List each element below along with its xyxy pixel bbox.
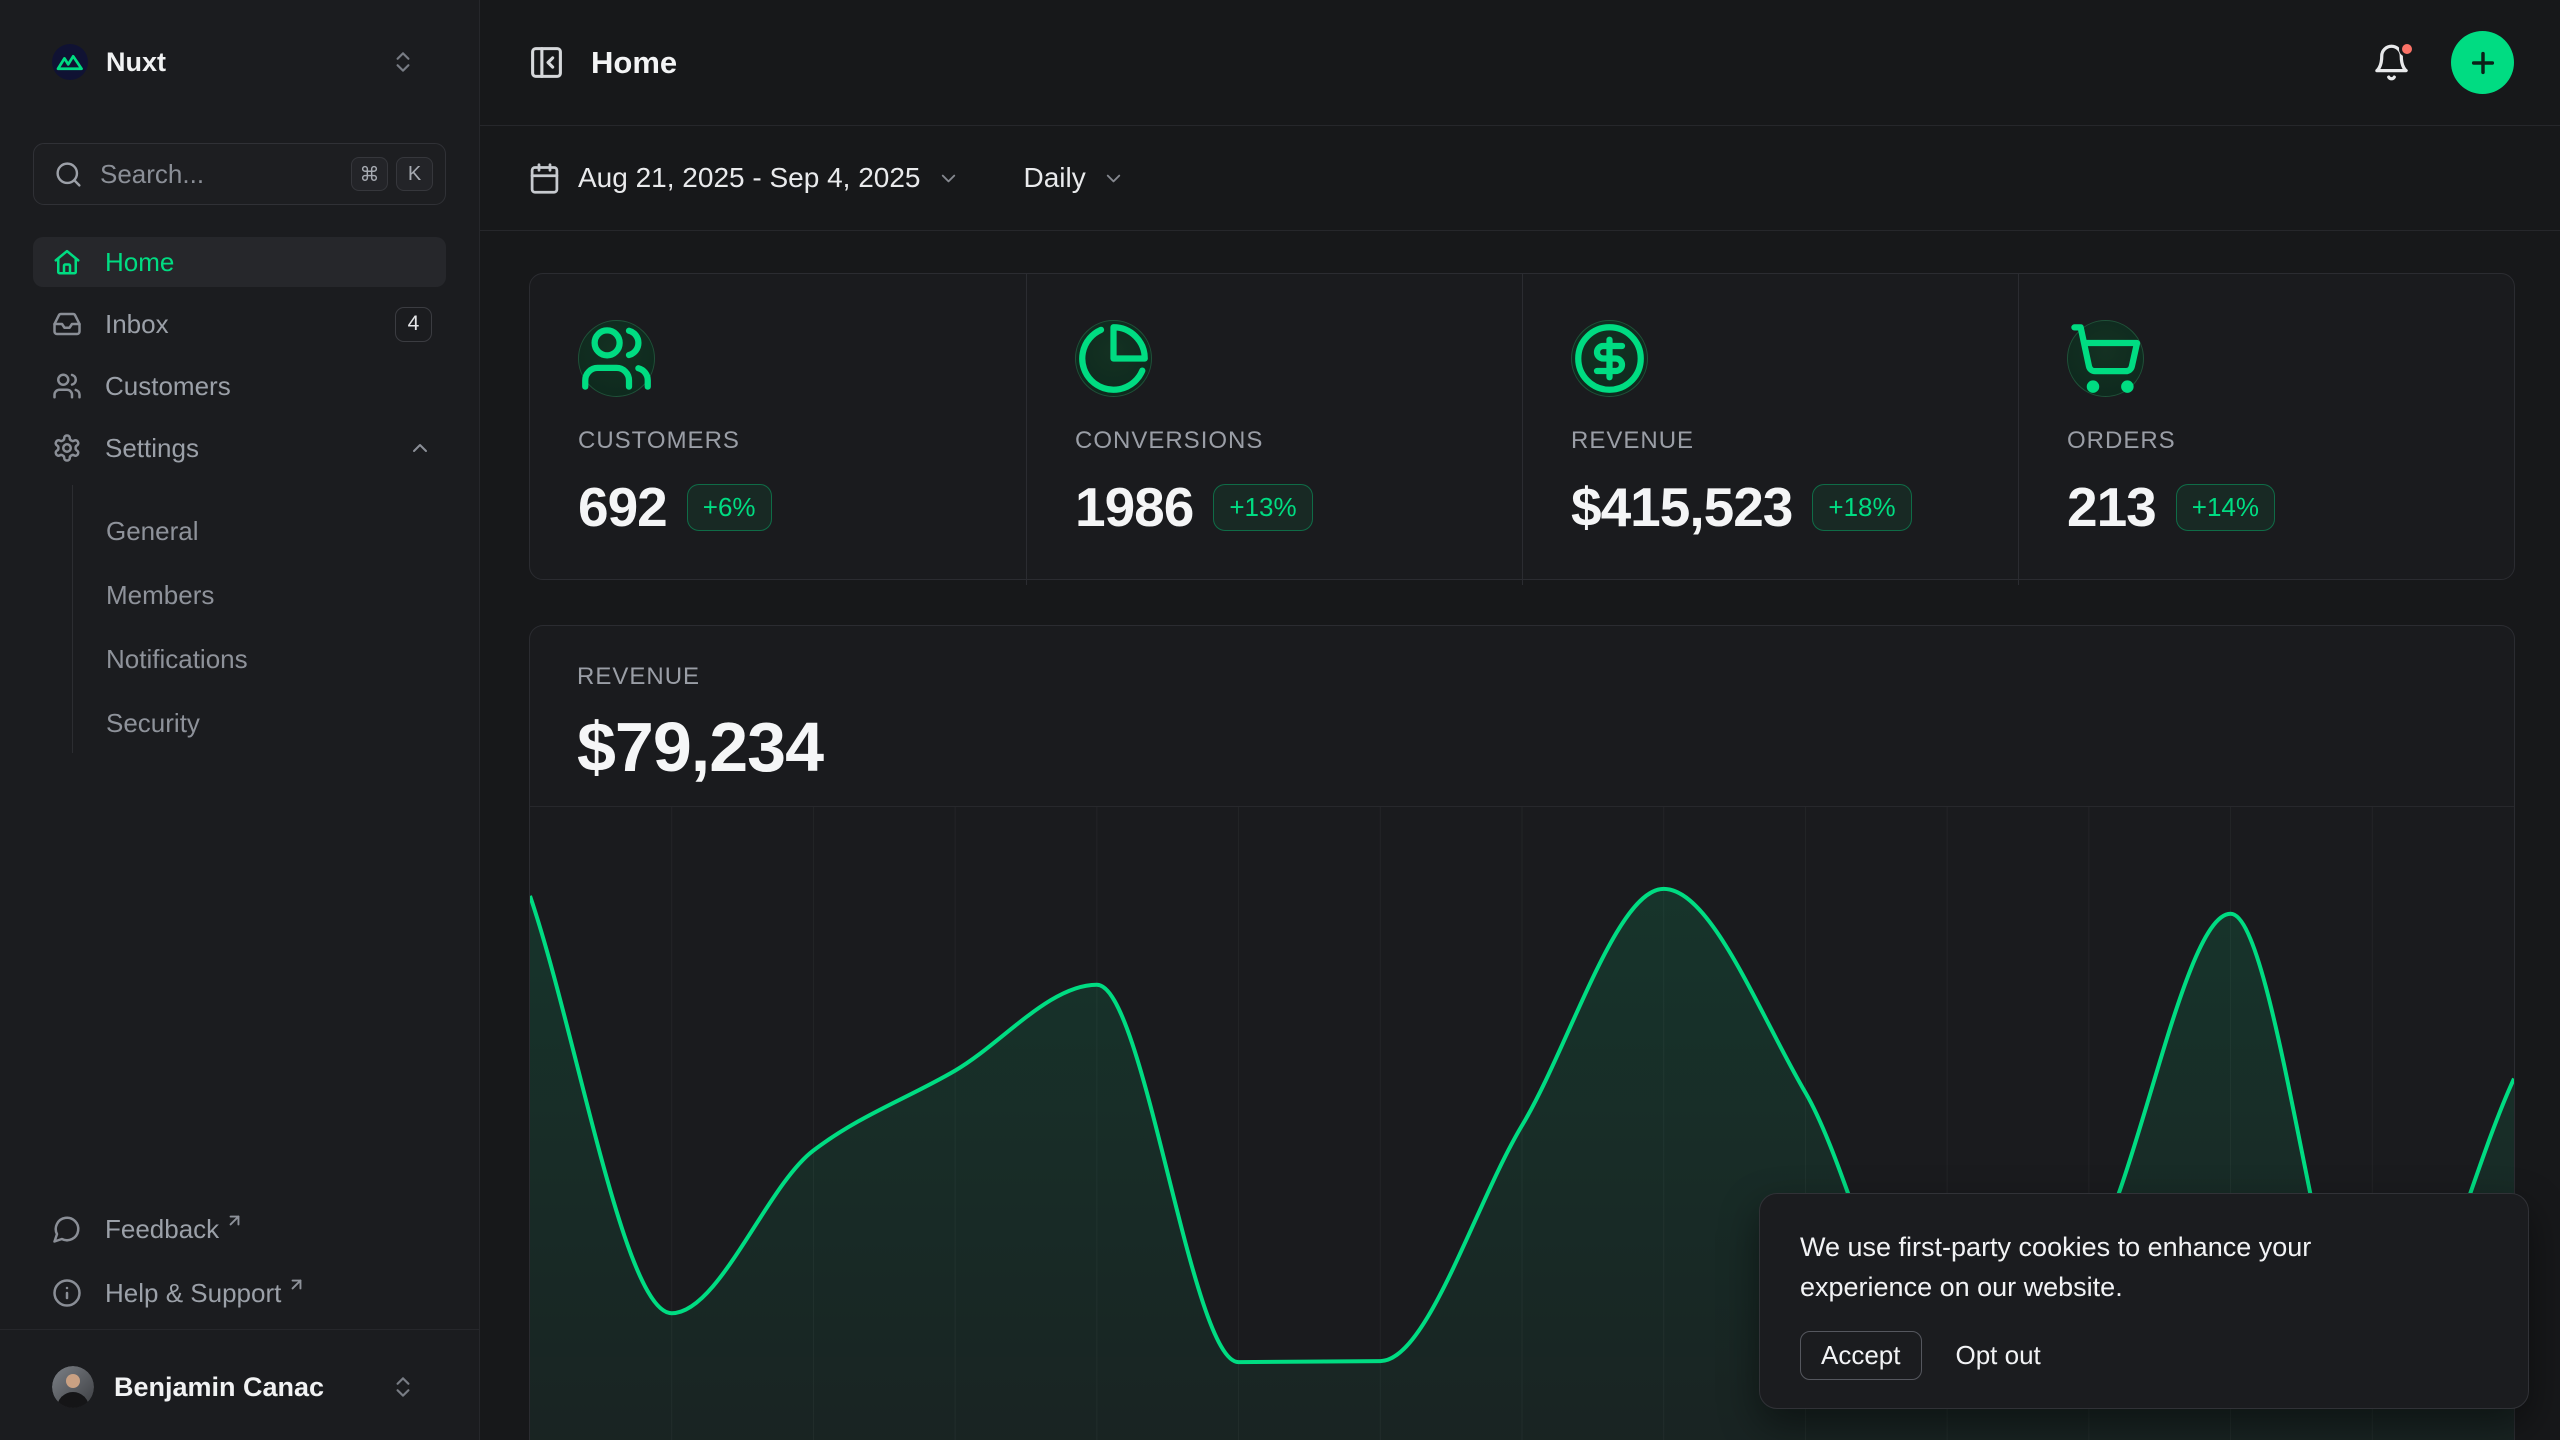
sidebar-item-label: Feedback — [105, 1214, 219, 1245]
stat-label: REVENUE — [1571, 427, 1970, 455]
external-link-icon — [287, 1275, 306, 1294]
workspace-name: Nuxt — [106, 47, 166, 78]
pie-chart-icon — [1075, 320, 1152, 397]
external-link-icon — [225, 1211, 244, 1230]
page-header: Home — [480, 0, 2560, 126]
stat-value: $415,523 — [1571, 475, 1792, 539]
date-range-picker[interactable]: Aug 21, 2025 - Sep 4, 2025 — [528, 162, 960, 195]
home-icon — [52, 247, 82, 277]
date-range-label: Aug 21, 2025 - Sep 4, 2025 — [578, 162, 921, 194]
chevrons-up-down-icon — [390, 49, 416, 75]
cookie-banner: We use first-party cookies to enhance yo… — [1759, 1193, 2529, 1409]
chevron-down-icon — [1102, 167, 1125, 190]
stat-delta-badge: +18% — [1812, 484, 1911, 531]
inbox-count-badge: 4 — [395, 307, 432, 342]
sidebar-item-label: Customers — [105, 371, 231, 402]
sidebar-item-inbox[interactable]: Inbox 4 — [33, 299, 446, 349]
settings-subnav: General Members Notifications Security — [72, 485, 446, 753]
add-button[interactable] — [2451, 31, 2514, 94]
stat-customers[interactable]: CUSTOMERS 692 +6% — [530, 274, 1026, 585]
search-icon — [54, 160, 83, 189]
sidebar-item-general[interactable]: General — [106, 509, 446, 553]
notification-dot — [2399, 41, 2415, 57]
collapse-sidebar-icon[interactable] — [528, 44, 565, 81]
stats-cards: CUSTOMERS 692 +6% CONVERSIONS 1986 +13% — [529, 273, 2515, 580]
sidebar-item-members[interactable]: Members — [106, 573, 446, 617]
stat-value: 213 — [2067, 475, 2156, 539]
stat-label: CONVERSIONS — [1075, 427, 1474, 455]
kbd-command: ⌘ — [351, 157, 388, 191]
stat-delta-badge: +13% — [1213, 484, 1312, 531]
dollar-circle-icon — [1571, 320, 1648, 397]
sidebar-item-settings[interactable]: Settings — [33, 423, 446, 473]
avatar — [52, 1366, 94, 1408]
sidebar-item-label: Inbox — [105, 309, 169, 340]
search-input[interactable]: Search... ⌘ K — [33, 143, 446, 205]
opt-out-button[interactable]: Opt out — [1956, 1340, 2041, 1371]
stat-delta-badge: +14% — [2176, 484, 2275, 531]
sidebar-item-label: Help & Support — [105, 1278, 281, 1309]
cookie-message: We use first-party cookies to enhance yo… — [1800, 1227, 2440, 1307]
notifications-bell-button[interactable] — [2372, 43, 2411, 82]
stat-orders[interactable]: ORDERS 213 +14% — [2018, 274, 2514, 585]
info-icon — [52, 1278, 82, 1308]
sidebar-item-customers[interactable]: Customers — [33, 361, 446, 411]
cart-icon — [2067, 320, 2144, 397]
sidebar-item-label: Home — [105, 247, 174, 278]
chevrons-up-down-icon — [390, 1374, 416, 1400]
sidebar-item-label: Settings — [105, 433, 199, 464]
search-shortcut: ⌘ K — [351, 157, 433, 191]
filters-toolbar: Aug 21, 2025 - Sep 4, 2025 Daily — [480, 126, 2560, 231]
sidebar-item-help-support[interactable]: Help & Support — [33, 1268, 446, 1318]
stat-label: CUSTOMERS — [578, 427, 978, 455]
stat-value: 1986 — [1075, 475, 1193, 539]
inbox-icon — [52, 309, 82, 339]
calendar-icon — [528, 162, 561, 195]
interval-select[interactable]: Daily — [1024, 162, 1125, 194]
search-placeholder: Search... — [100, 159, 204, 190]
stat-value: 692 — [578, 475, 667, 539]
revenue-chart-label: REVENUE — [577, 663, 2467, 691]
user-name: Benjamin Canac — [114, 1372, 324, 1403]
sidebar-nav: Home Inbox 4 Customers Settings General … — [33, 237, 446, 753]
sidebar-footer: Feedback Help & Support — [33, 1204, 446, 1329]
users-icon — [52, 371, 82, 401]
chevron-up-icon — [408, 436, 432, 460]
sidebar-item-notifications[interactable]: Notifications — [106, 637, 446, 681]
stat-delta-badge: +6% — [687, 484, 772, 531]
stat-label: ORDERS — [2067, 427, 2466, 455]
gear-icon — [52, 433, 82, 463]
sidebar-item-feedback[interactable]: Feedback — [33, 1204, 446, 1254]
accept-button[interactable]: Accept — [1800, 1331, 1922, 1380]
chat-bubble-icon — [52, 1214, 82, 1244]
users-icon — [578, 320, 655, 397]
kbd-k: K — [396, 157, 433, 191]
user-menu[interactable]: Benjamin Canac — [33, 1330, 446, 1440]
sidebar: Nuxt Search... ⌘ K Home Inbox 4 Cust — [0, 0, 480, 1440]
stat-conversions[interactable]: CONVERSIONS 1986 +13% — [1026, 274, 1522, 585]
sidebar-item-security[interactable]: Security — [106, 701, 446, 745]
workspace-switcher[interactable]: Nuxt — [33, 30, 446, 94]
sidebar-item-home[interactable]: Home — [33, 237, 446, 287]
stat-revenue[interactable]: REVENUE $415,523 +18% — [1522, 274, 2018, 585]
revenue-chart-total: $79,234 — [577, 707, 2467, 787]
nuxt-logo-icon — [52, 44, 88, 80]
page-title: Home — [591, 45, 677, 81]
chevron-down-icon — [937, 167, 960, 190]
interval-label: Daily — [1024, 162, 1086, 194]
